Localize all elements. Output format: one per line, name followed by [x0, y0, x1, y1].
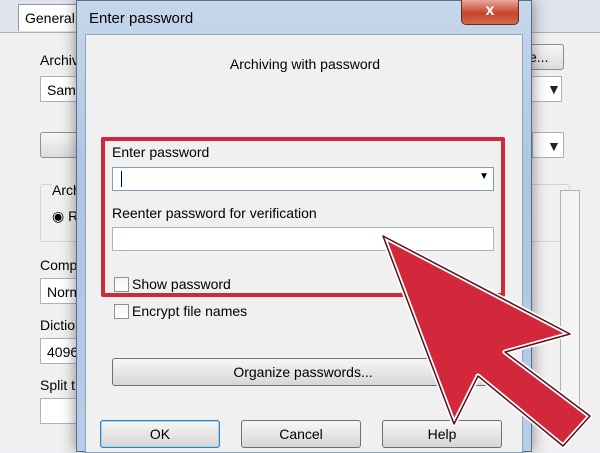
pointer-arrow-shape [380, 233, 593, 449]
pointer-arrow-icon [380, 233, 593, 449]
